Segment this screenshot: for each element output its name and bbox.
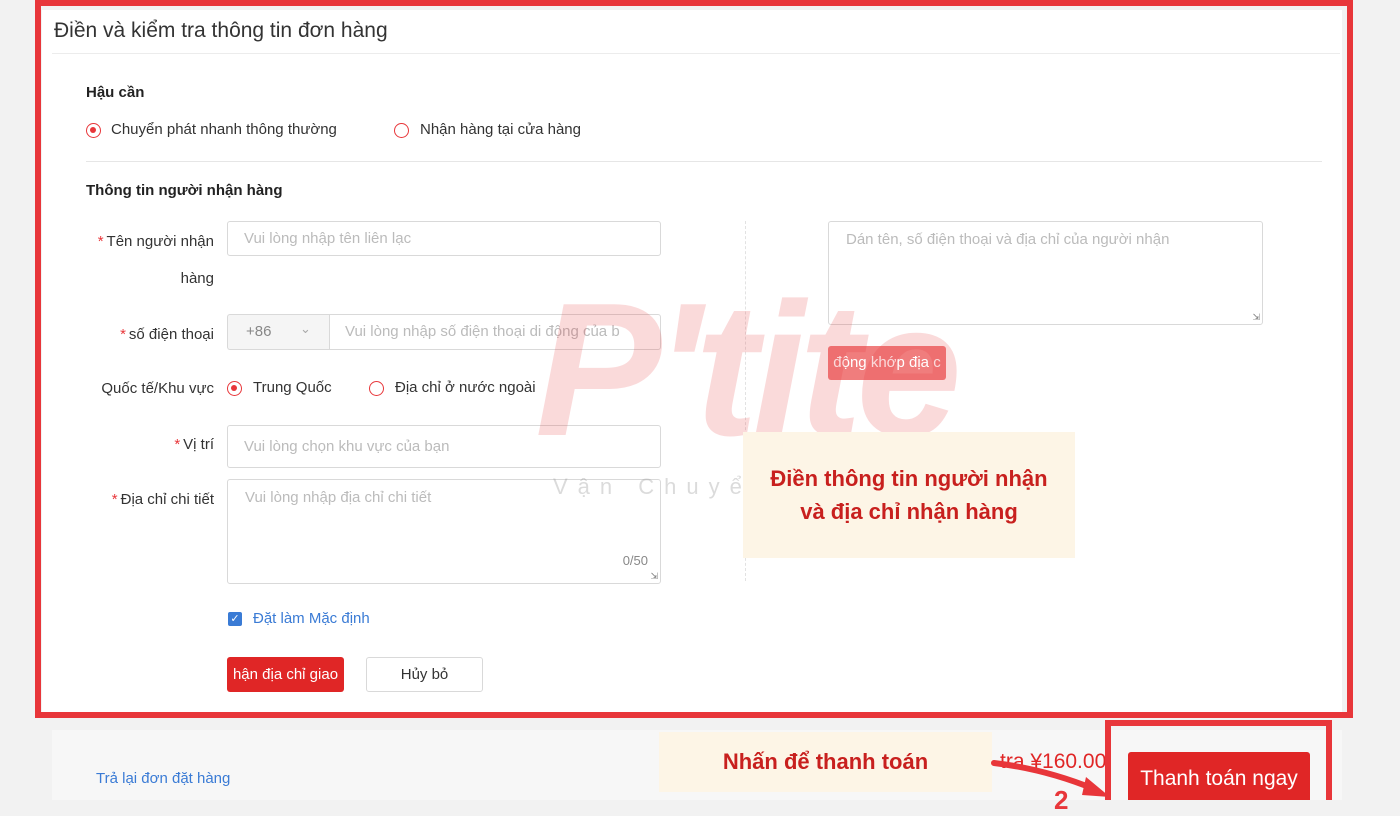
back-to-order-link[interactable]: Trả lại đơn đặt hàng [96,770,230,787]
step-number: 2 [1054,785,1069,815]
annotation-click-pay: Nhấn để thanh toán [659,732,992,792]
pay-now-button[interactable]: Thanh toán ngay [1128,752,1310,800]
highlight-frame-form [35,0,1353,718]
